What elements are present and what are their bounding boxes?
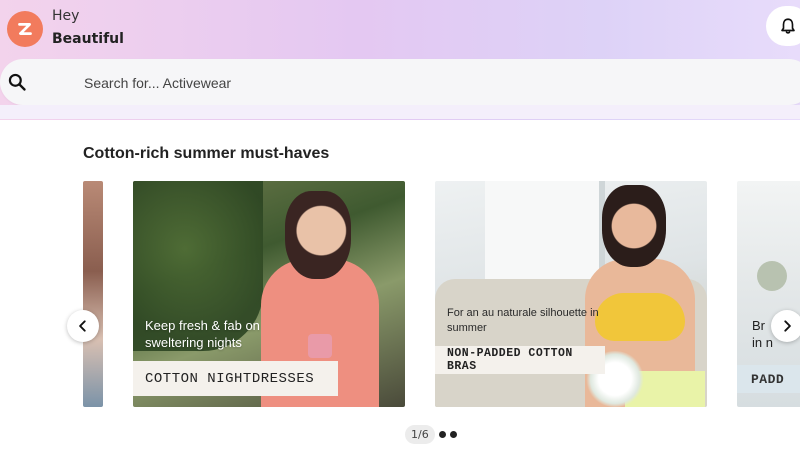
search-input[interactable] bbox=[84, 73, 584, 93]
card-promo-text: For an au naturale silhouette in summer bbox=[447, 307, 599, 334]
card-image-mug bbox=[308, 334, 332, 358]
search-icon[interactable] bbox=[7, 72, 27, 92]
pager-count: 1/6 bbox=[405, 424, 435, 444]
section-title: Cotton-rich summer must-haves bbox=[83, 145, 330, 162]
carousel-card-partial-left[interactable] bbox=[83, 181, 103, 407]
carousel-next-button[interactable] bbox=[771, 310, 800, 342]
carousel-card-nightdresses[interactable]: Keep fresh & fab on sweltering nights CO… bbox=[133, 181, 405, 407]
zivame-logo[interactable] bbox=[7, 11, 43, 47]
chevron-right-icon bbox=[784, 320, 791, 332]
carousel-pager: 1/6 bbox=[405, 424, 457, 444]
bell-icon bbox=[781, 18, 795, 34]
app-header: Hey Beautiful bbox=[0, 0, 800, 120]
pager-dot[interactable] bbox=[449, 430, 457, 438]
card-image-window bbox=[485, 181, 605, 281]
card-image-model-head bbox=[285, 191, 351, 279]
user-name: Beautiful bbox=[52, 31, 124, 47]
notifications-button[interactable] bbox=[766, 6, 800, 46]
card-promo-text: Keep fresh & fab on sweltering nights bbox=[145, 318, 260, 350]
card-image-model-head bbox=[602, 185, 666, 267]
header-divider bbox=[0, 105, 800, 119]
card-image-lamp bbox=[757, 261, 787, 291]
search-bar[interactable] bbox=[0, 59, 800, 105]
carousel-card-cotton-bras[interactable]: For an au naturale silhouette in summer … bbox=[435, 181, 707, 407]
logo-z-icon bbox=[18, 23, 32, 35]
greeting-text: Hey bbox=[52, 8, 80, 24]
carousel-card-partial-right[interactable]: Br in n PADD bbox=[737, 181, 800, 407]
carousel-prev-button[interactable] bbox=[67, 310, 99, 342]
card-category-tag[interactable]: PADD bbox=[737, 365, 800, 393]
card-category-tag[interactable]: NON-PADDED COTTON BRAS bbox=[435, 346, 605, 374]
pager-dot[interactable] bbox=[438, 430, 446, 438]
card-image-bra bbox=[595, 293, 685, 341]
chevron-left-icon bbox=[79, 320, 86, 332]
card-category-tag[interactable]: COTTON NIGHTDRESSES bbox=[133, 361, 338, 396]
